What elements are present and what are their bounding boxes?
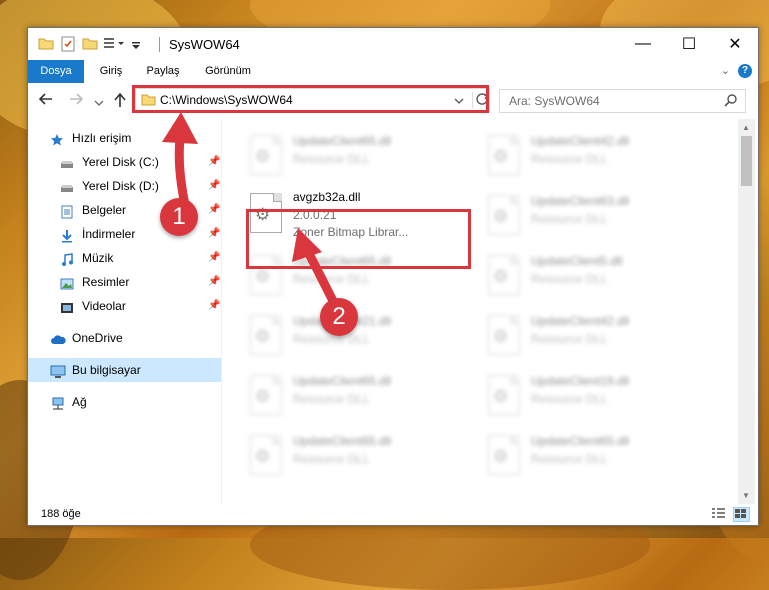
annotation-arrow-2 — [292, 228, 340, 310]
step-badge-1: 1 — [160, 198, 198, 236]
annotation-overlay — [162, 112, 340, 310]
annotation-arrow-1 — [162, 112, 198, 210]
step-badge-2: 2 — [320, 298, 358, 336]
